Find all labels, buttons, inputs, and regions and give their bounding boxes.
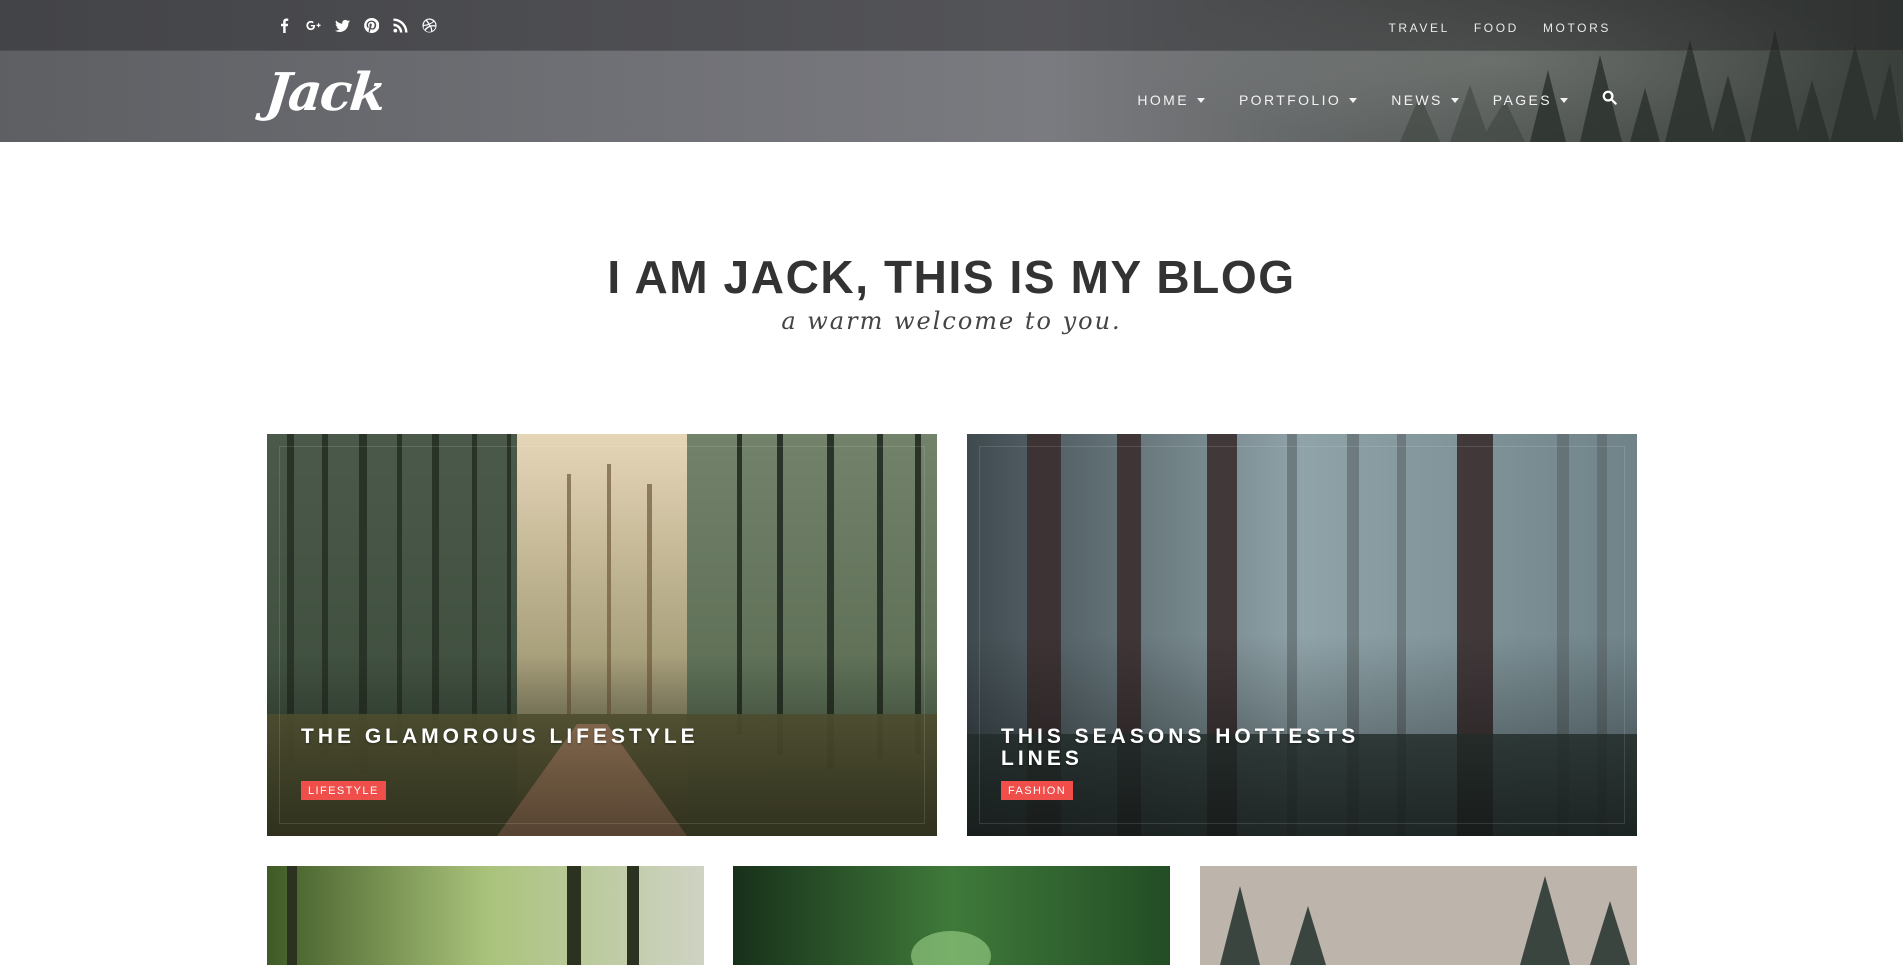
post-title[interactable]: THE GLAMOROUS LIFESTYLE [301, 726, 701, 748]
nav-item-label: HOME [1137, 92, 1189, 108]
pinterest-icon[interactable] [363, 17, 380, 34]
green-canopy-image [733, 866, 1170, 965]
site-header: TRAVEL FOOD MOTORS Jack HOME PORTFOLIO N… [0, 0, 1903, 142]
nav-item-portfolio[interactable]: PORTFOLIO [1238, 92, 1358, 108]
top-link-travel[interactable]: TRAVEL [1388, 21, 1449, 35]
post-title[interactable]: THIS SEASONS HOTTESTS LINES [1001, 726, 1401, 770]
post-card[interactable] [733, 866, 1170, 965]
nav-item-label: PORTFOLIO [1238, 92, 1342, 108]
caret-down-icon [1196, 97, 1205, 103]
main-nav: HOME PORTFOLIO NEWS PAGES [1137, 90, 1617, 110]
social-links [276, 17, 438, 34]
dribbble-icon[interactable] [421, 17, 438, 34]
google-plus-icon[interactable] [305, 17, 322, 34]
rss-icon[interactable] [392, 17, 409, 34]
caret-down-icon [1450, 97, 1459, 103]
caret-down-icon [1560, 97, 1568, 103]
nav-item-label: PAGES [1492, 92, 1552, 108]
page-title: I AM JACK, THIS IS MY BLOG [607, 251, 1296, 303]
sunlit-forest-image [267, 866, 704, 965]
search-icon[interactable] [1602, 90, 1617, 110]
nav-item-news[interactable]: NEWS [1391, 92, 1459, 108]
caret-down-icon [1349, 97, 1358, 103]
category-badge[interactable]: LIFESTYLE [301, 781, 386, 800]
nav-item-label: NEWS [1391, 92, 1443, 108]
category-badge[interactable]: FASHION [1001, 781, 1074, 800]
twitter-icon[interactable] [334, 17, 351, 34]
top-bar: TRAVEL FOOD MOTORS [0, 0, 1903, 51]
card-frame [279, 446, 925, 824]
post-card[interactable] [267, 866, 704, 965]
post-card[interactable] [1200, 866, 1637, 965]
site-logo[interactable]: Jack [263, 62, 387, 123]
nav-item-home[interactable]: HOME [1137, 92, 1205, 108]
nav-item-pages[interactable]: PAGES [1493, 92, 1568, 108]
featured-post-card[interactable]: THE GLAMOROUS LIFESTYLE LIFESTYLE [267, 434, 937, 836]
top-link-food[interactable]: FOOD [1474, 21, 1519, 35]
top-links: TRAVEL FOOD MOTORS [1388, 21, 1611, 35]
foggy-pines-image [1200, 866, 1637, 965]
page-subtitle: a warm welcome to you. [781, 307, 1122, 335]
top-link-motors[interactable]: MOTORS [1543, 21, 1611, 35]
featured-post-card[interactable]: THIS SEASONS HOTTESTS LINES FASHION [967, 434, 1637, 836]
facebook-icon[interactable] [276, 17, 293, 34]
